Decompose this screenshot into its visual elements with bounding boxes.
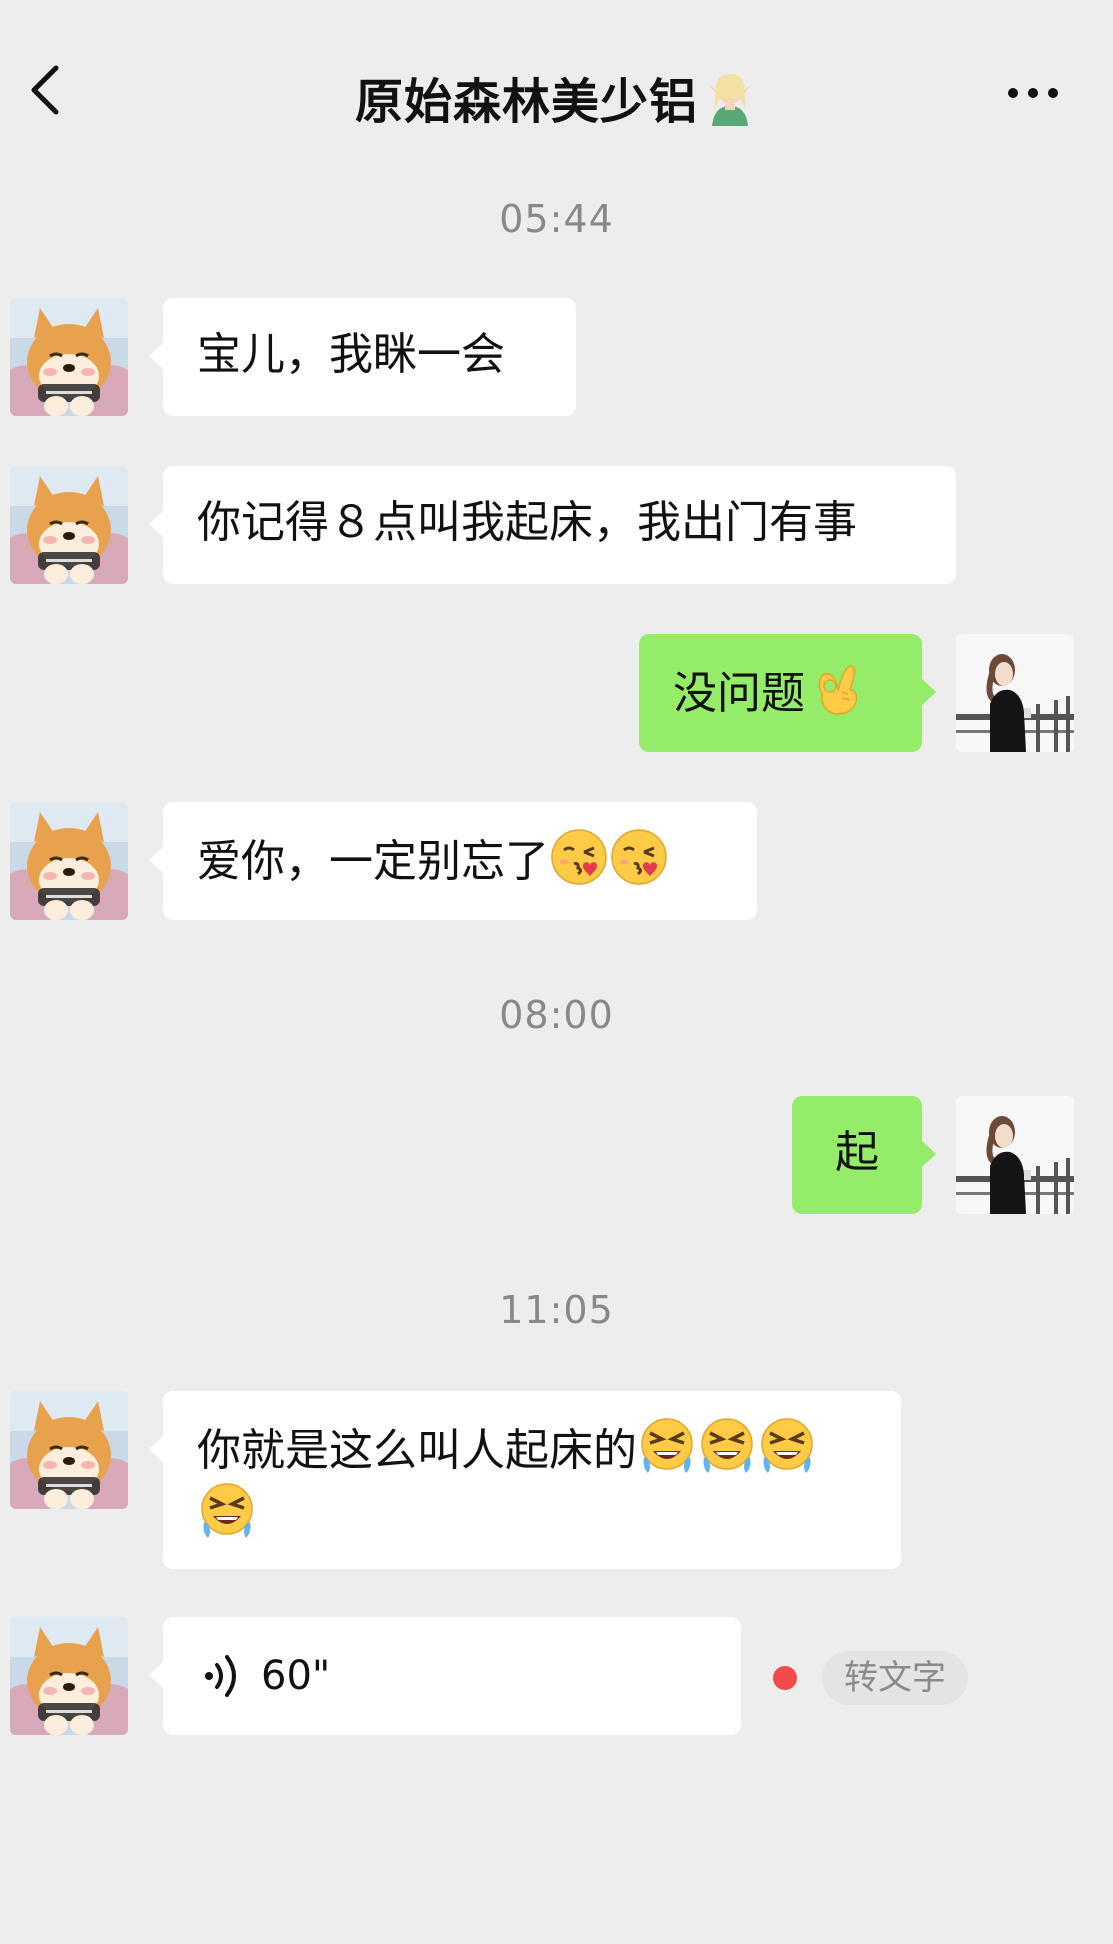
voice-message-bubble[interactable]: 60": [149, 1617, 741, 1735]
timestamp: 11:05: [499, 1288, 614, 1332]
voice-duration: 60": [261, 1653, 331, 1699]
contact-avatar[interactable]: [10, 298, 128, 416]
self-message-bubble[interactable]: 没问题: [639, 634, 936, 752]
voice-wave-icon: [205, 1655, 236, 1697]
timestamp: 05:44: [499, 197, 614, 241]
chat-title: 原始森林美少铝: [354, 74, 698, 130]
message-text: 没问题: [673, 668, 805, 719]
message-text: 你就是这么叫人起床的: [197, 1425, 637, 1476]
more-button[interactable]: [1003, 78, 1063, 108]
ok-hand-emoji: [818, 665, 858, 715]
shiba-dog-avatar-image: [10, 1391, 128, 1509]
angry-tears-emoji: [760, 1417, 814, 1475]
shiba-dog-avatar-image: [10, 1617, 128, 1735]
woman-railing-avatar-image: [956, 634, 1074, 752]
elf-woman-emoji: [708, 74, 752, 126]
kissing-heart-emoji: [610, 828, 668, 886]
contact-avatar[interactable]: [10, 1391, 128, 1509]
message-bubble[interactable]: 你记得８点叫我起床，我出门有事: [149, 466, 956, 584]
message-text: 爱你，一定别忘了: [197, 836, 549, 887]
message-text: 起: [835, 1127, 879, 1178]
angry-tears-emoji: [640, 1417, 694, 1475]
chat-title-wrap: 原始森林美少铝: [0, 62, 1113, 132]
angry-tears-emoji: [200, 1482, 254, 1540]
message-text: 宝儿，我眯一会: [197, 329, 505, 380]
more-dots-icon: [1008, 88, 1058, 98]
message-text: 你记得８点叫我起床，我出门有事: [197, 497, 857, 548]
message-bubble[interactable]: 宝儿，我眯一会: [149, 298, 576, 416]
message-bubble[interactable]: 你就是这么叫人起床的: [149, 1391, 901, 1569]
woman-railing-avatar-image: [956, 1096, 1074, 1214]
self-avatar[interactable]: [956, 1096, 1074, 1214]
contact-avatar[interactable]: [10, 802, 128, 920]
shiba-dog-avatar-image: [10, 466, 128, 584]
shiba-dog-avatar-image: [10, 298, 128, 416]
shiba-dog-avatar-image: [10, 802, 128, 920]
contact-avatar[interactable]: [10, 466, 128, 584]
chat-header: 原始森林美少铝: [0, 0, 1113, 175]
unread-dot: [773, 1666, 797, 1690]
angry-tears-emoji: [700, 1417, 754, 1475]
contact-avatar[interactable]: [10, 1617, 128, 1735]
self-message-bubble[interactable]: 起: [792, 1096, 936, 1214]
transcribe-button[interactable]: 转文字: [822, 1651, 968, 1705]
kissing-heart-emoji: [550, 828, 608, 886]
self-avatar[interactable]: [956, 634, 1074, 752]
message-bubble[interactable]: 爱你，一定别忘了: [149, 802, 757, 920]
timestamp: 08:00: [499, 993, 614, 1037]
